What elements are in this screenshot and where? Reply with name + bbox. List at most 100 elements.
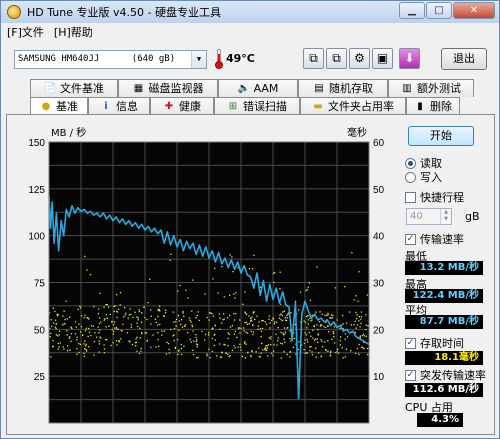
tab-random-access[interactable]: ▤ 随机存取 (298, 79, 388, 97)
access-time-point (284, 333, 286, 335)
tab-file-benchmark[interactable]: 📄 文件基准 (30, 79, 118, 97)
check-icon[interactable]: ✓ (405, 337, 416, 349)
access-time-point (117, 308, 120, 310)
access-time-point (62, 346, 64, 348)
burst-rate-checkbox[interactable]: ✓ 突发传输速率 (405, 368, 486, 382)
access-time-point (332, 314, 334, 317)
tab-disk-monitor[interactable]: ▦ 磁盘监视器 (118, 79, 218, 97)
access-time-point (177, 290, 179, 292)
access-time-point (50, 332, 52, 335)
save-icon[interactable]: ▣ (372, 48, 393, 69)
copy-screenshot-icon[interactable]: ⧉ (326, 48, 347, 69)
checkbox-box[interactable] (405, 191, 416, 203)
access-time-point (70, 326, 72, 328)
access-time-point (321, 346, 324, 348)
access-time-point (307, 315, 309, 317)
access-time-point (157, 315, 159, 318)
access-time-point (308, 282, 311, 284)
options-icon[interactable]: ⚙ (349, 48, 370, 69)
access-time-point (245, 331, 247, 333)
access-time-point (348, 311, 351, 313)
write-radio[interactable]: 写入 (405, 170, 495, 184)
short-stroke-unit: gB (465, 210, 480, 223)
access-time-point (250, 330, 252, 333)
close-button[interactable]: ✕ (453, 2, 495, 19)
title-bar[interactable]: HD Tune 专业版 v4.50 - 硬盘专业工具 ▁ □ ✕ (1, 1, 499, 23)
read-radio[interactable]: 读取 (405, 156, 495, 170)
access-time-point (265, 345, 267, 347)
access-time-point (341, 314, 344, 317)
download-icon[interactable]: ⬇ (399, 48, 420, 69)
access-time-point (165, 353, 168, 355)
menu-help[interactable]: [H]帮助 (54, 24, 93, 40)
radio-dot[interactable] (405, 171, 416, 183)
access-time-point (163, 315, 165, 317)
y-right-tick-label: 40 (373, 232, 385, 243)
access-time-point (123, 307, 126, 309)
access-time-point (79, 331, 82, 333)
transfer-rate-checkbox[interactable]: ✓ 传输速率 (405, 232, 464, 246)
radio-dot[interactable] (405, 157, 416, 169)
tab-erase[interactable]: ▮ 删除 (406, 97, 460, 115)
access-time-point (170, 328, 172, 331)
access-time-point (117, 328, 119, 331)
access-time-point (325, 348, 327, 351)
access-time-point (136, 336, 138, 338)
access-time-point (180, 347, 183, 350)
access-time-point (234, 330, 237, 333)
access-time-point (277, 337, 280, 339)
access-time-point (313, 339, 316, 341)
chevron-down-icon[interactable]: ▼ (191, 51, 206, 68)
drive-select[interactable]: SAMSUNG HM640JJ (640 gB) ▼ (14, 50, 207, 69)
access-time-point (356, 324, 359, 326)
tab-benchmark[interactable]: ● 基准 (30, 97, 88, 115)
short-stroke-input[interactable]: 40 ▲ ▼ (406, 208, 452, 225)
access-time-point (330, 350, 332, 353)
access-time-point (192, 330, 194, 332)
access-time-point (359, 335, 361, 337)
copy-info-icon[interactable]: ⧉ (303, 48, 324, 69)
access-time-point (361, 334, 363, 337)
tab-error-scan[interactable]: ⊞ 错误扫描 (214, 97, 300, 115)
access-time-point (276, 344, 278, 346)
access-time-point (252, 324, 254, 326)
benchmark-chart: 25 50 75 100 125 150 10 20 30 40 50 60 MB / 秒 毫秒 (7, 115, 397, 436)
access-time-point (179, 284, 181, 287)
access-time-point (61, 324, 64, 326)
access-time-point (360, 318, 362, 320)
access-time-point (178, 329, 180, 332)
check-icon[interactable]: ✓ (405, 369, 416, 381)
exit-button[interactable]: 退出 (441, 48, 487, 70)
access-time-point (260, 352, 262, 354)
menu-file[interactable]: [F]文件 (7, 24, 44, 40)
access-time-point (267, 355, 269, 357)
tab-info[interactable]: i 信息 (88, 97, 150, 115)
minimize-button[interactable]: ▁ (399, 2, 425, 19)
access-time-point (318, 321, 321, 323)
check-icon[interactable]: ✓ (405, 233, 416, 245)
start-button[interactable]: 开始 (408, 126, 474, 146)
tab-folder-usage[interactable]: ▬ 文件夹占用率 (300, 97, 406, 115)
y-right-tick-label: 50 (373, 185, 385, 196)
spinner-arrows-icon[interactable]: ▲ ▼ (440, 209, 451, 224)
access-time-point (131, 344, 134, 346)
access-time-checkbox[interactable]: ✓ 存取时间 (405, 336, 464, 350)
access-time-point (313, 324, 315, 327)
min-value: 13.2 MB/秒 (405, 261, 483, 275)
access-time-point (333, 335, 335, 338)
tab-extra-tests[interactable]: ▥ 额外测试 (388, 79, 474, 97)
y-left-axis-label: MB / 秒 (51, 126, 86, 139)
access-time-point (221, 265, 223, 268)
maximize-button[interactable]: □ (426, 2, 452, 19)
access-time-point (191, 349, 194, 351)
tab-health[interactable]: ✚ 健康 (150, 97, 214, 115)
access-time-point (83, 343, 85, 345)
access-time-point (136, 322, 138, 324)
short-stroke-checkbox[interactable]: 快捷行程 (405, 190, 464, 204)
access-time-point (134, 341, 137, 344)
tab-aam[interactable]: 🔈 AAM (218, 79, 298, 97)
access-time-point (360, 315, 363, 318)
access-time-point (173, 328, 176, 330)
chart-svg: 25 50 75 100 125 150 10 20 30 40 50 60 MB / 秒 毫秒 (28, 126, 385, 424)
access-time-point (212, 315, 214, 317)
